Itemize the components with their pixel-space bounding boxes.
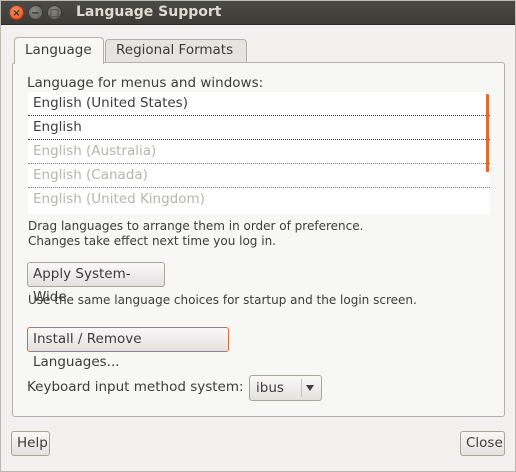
close-button[interactable]: Close: [460, 431, 505, 456]
language-panel: Language for menus and windows: English …: [12, 62, 505, 417]
login-hint: Changes take effect next time you log in…: [28, 234, 276, 248]
minimize-window-icon[interactable]: −: [28, 5, 43, 20]
tab-language[interactable]: Language: [14, 37, 104, 64]
language-list[interactable]: English (United States) English English …: [28, 92, 490, 214]
tab-regional-formats[interactable]: Regional Formats: [105, 39, 247, 62]
apply-hint: Use the same language choices for startu…: [28, 293, 417, 307]
help-button[interactable]: Help: [11, 431, 50, 456]
apply-system-wide-button[interactable]: Apply System-Wide: [27, 262, 165, 305]
close-window-icon[interactable]: ×: [9, 5, 24, 20]
keyboard-input-value: ibus: [256, 380, 284, 396]
list-item[interactable]: English (United States): [28, 92, 490, 116]
keyboard-input-label: Keyboard input method system:: [27, 379, 244, 395]
language-support-window: × − □ Language Support Language Regional…: [0, 0, 516, 472]
install-remove-languages-button[interactable]: Install / Remove Languages...: [27, 327, 229, 370]
language-list-label: Language for menus and windows:: [27, 75, 264, 91]
titlebar: × − □ Language Support: [1, 1, 515, 25]
maximize-window-icon[interactable]: □: [47, 5, 62, 20]
keyboard-input-select[interactable]: ibus: [249, 375, 322, 401]
select-divider: [301, 379, 302, 397]
chevron-down-icon: [306, 385, 314, 391]
window-title: Language Support: [76, 4, 222, 20]
list-item[interactable]: English (Canada): [28, 164, 490, 188]
list-item[interactable]: English: [28, 116, 490, 140]
list-scrollbar[interactable]: [486, 94, 489, 172]
list-item[interactable]: English (Australia): [28, 140, 490, 164]
list-item[interactable]: English (United Kingdom): [28, 188, 490, 212]
drag-hint: Drag languages to arrange them in order …: [28, 219, 364, 233]
